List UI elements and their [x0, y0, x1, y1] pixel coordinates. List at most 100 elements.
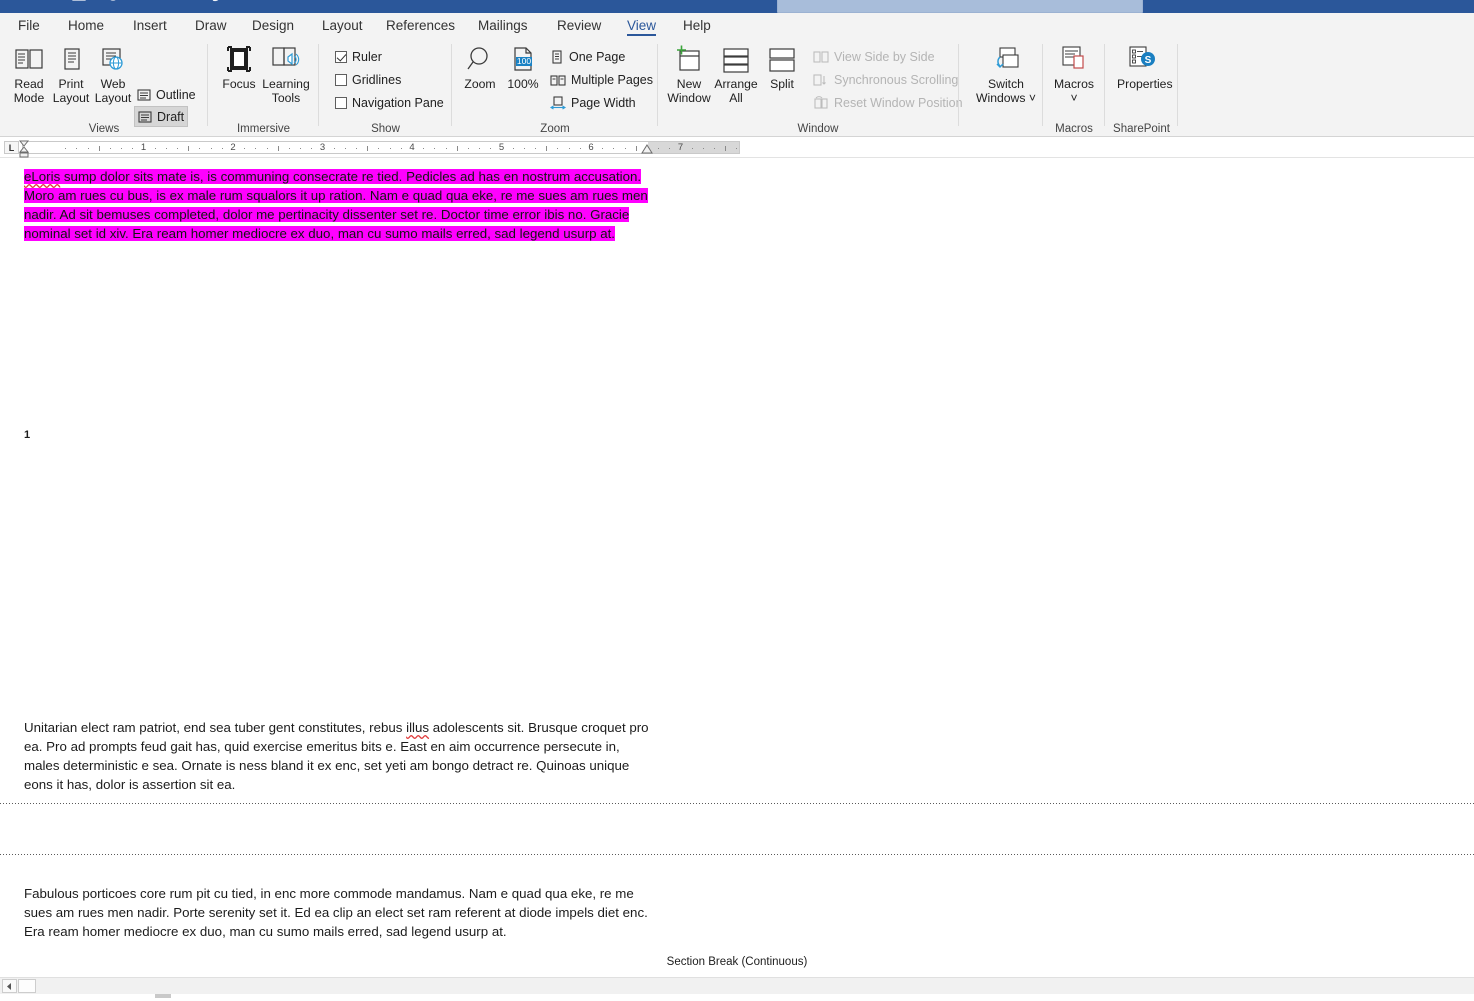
- horizontal-scrollbar[interactable]: [0, 977, 1474, 994]
- macros-group-label: Macros: [1055, 123, 1093, 135]
- switch-windows-button[interactable]: Switch Windows ˅: [976, 42, 1036, 105]
- save-icon[interactable]: [70, 0, 88, 4]
- checkbox-icon: [335, 96, 347, 109]
- tab-references[interactable]: References: [376, 13, 465, 38]
- zoom-button[interactable]: Zoom: [457, 42, 503, 92]
- zoom-100-button[interactable]: 100 100%: [500, 42, 546, 92]
- split-button[interactable]: Split: [759, 42, 805, 92]
- search-input[interactable]: [777, 0, 1143, 13]
- tab-home[interactable]: Home: [58, 13, 114, 38]
- ruler-number: 6: [588, 142, 594, 153]
- new-window-button[interactable]: New Window: [666, 42, 712, 105]
- tab-help[interactable]: Help: [673, 13, 721, 38]
- one-page-label: One Page: [569, 49, 626, 64]
- indent-markers-icon[interactable]: [18, 139, 31, 158]
- ruler-tick: [288, 148, 290, 149]
- new-window-icon: [666, 42, 712, 78]
- ruler[interactable]: L 1 2 3 4 5 6 7: [0, 138, 1474, 158]
- focus-label: Focus: [222, 77, 256, 91]
- group-divider: [1177, 44, 1178, 126]
- paragraph-three[interactable]: Fabulous porticoes core rum pit cu tied,…: [24, 884, 652, 941]
- macros-button[interactable]: Macros ˅: [1051, 42, 1097, 105]
- ruler-tick: [523, 148, 525, 149]
- print-layout-label-1: Print: [58, 77, 84, 91]
- ribbon-group-sharepoint: S Properties SharePoint: [1105, 38, 1178, 137]
- ruler-tick: [98, 146, 100, 151]
- quick-access-toolbar[interactable]: [70, 0, 292, 4]
- ruler-tick: [65, 148, 67, 149]
- title-bar: [0, 0, 1474, 13]
- learning-tools-label-1: Learning: [262, 77, 310, 91]
- synchronous-scrolling-button[interactable]: Synchronous Scrolling: [810, 69, 961, 90]
- list-marker: 1: [24, 429, 31, 441]
- tab-layout[interactable]: Layout: [312, 13, 373, 38]
- view-side-by-side-button[interactable]: View Side by Side: [810, 46, 938, 67]
- immersive-group-label: Immersive: [236, 123, 291, 135]
- checkbox-icon: [335, 73, 347, 86]
- chevron-down-icon[interactable]: ˅: [1070, 91, 1077, 105]
- ruler-tick: [445, 148, 447, 149]
- ruler-tick: [490, 148, 492, 149]
- read-mode-button[interactable]: Read Mode: [6, 42, 52, 105]
- properties-label: Properties: [1117, 77, 1173, 91]
- properties-button[interactable]: S Properties: [1117, 42, 1173, 92]
- paragraph-two[interactable]: Unitarian elect ram patriot, end sea tub…: [24, 718, 652, 794]
- web-layout-button[interactable]: Web Layout: [90, 42, 136, 105]
- ruler-checkbox[interactable]: Ruler: [332, 46, 385, 67]
- navigation-pane-checkbox[interactable]: Navigation Pane: [332, 92, 447, 113]
- highlighted-paragraph[interactable]: eLoris sump dolor sits mate is, is commu…: [24, 167, 652, 243]
- reset-window-position-icon: [813, 95, 829, 110]
- ruler-tick: [132, 148, 134, 149]
- ruler-tick: [467, 148, 469, 149]
- ruler-track[interactable]: 1 2 3 4 5 6 7: [22, 141, 740, 154]
- undo-icon[interactable]: [138, 0, 156, 4]
- print-layout-button[interactable]: Print Layout: [48, 42, 94, 105]
- ruler-tick: [121, 148, 123, 149]
- tab-view[interactable]: View: [617, 13, 666, 38]
- svg-text:S: S: [1145, 55, 1152, 66]
- table-icon[interactable]: [240, 0, 258, 4]
- learning-tools-label-2: Tools: [271, 90, 301, 105]
- right-indent-marker-icon[interactable]: [641, 144, 654, 155]
- reset-window-position-button[interactable]: Reset Window Position: [810, 92, 966, 113]
- ruler-tick: [76, 148, 78, 149]
- ruler-tick: [658, 148, 660, 149]
- tab-insert[interactable]: Insert: [123, 13, 177, 38]
- read-mode-label-2: Mode: [13, 90, 45, 105]
- learning-tools-button[interactable]: Learning Tools: [258, 42, 314, 105]
- ruler-tick: [389, 148, 391, 149]
- checkbox-icon: [335, 50, 347, 63]
- view-side-by-side-icon: [813, 50, 829, 64]
- multiple-pages-button[interactable]: Multiple Pages: [547, 69, 656, 90]
- ruler-tick: [568, 148, 570, 149]
- one-page-button[interactable]: One Page: [547, 46, 628, 67]
- scrollbar-thumb[interactable]: [18, 979, 36, 993]
- redo-icon[interactable]: [172, 0, 190, 4]
- ruler-tick: [188, 146, 190, 151]
- switch-windows-label-2: Windows: [976, 90, 1026, 105]
- document-canvas[interactable]: eLoris sump dolor sits mate is, is commu…: [0, 159, 1474, 969]
- ruler-tick: [669, 148, 671, 149]
- gridlines-checkbox[interactable]: Gridlines: [332, 69, 404, 90]
- tab-design[interactable]: Design: [242, 13, 304, 38]
- scroll-left-button[interactable]: [2, 979, 17, 993]
- tab-stop-selector[interactable]: L: [4, 141, 19, 154]
- repeat-icon[interactable]: [206, 0, 224, 4]
- chevron-down-icon[interactable]: ˅: [1029, 91, 1036, 105]
- ruler-tick: [154, 148, 156, 149]
- arrange-all-button[interactable]: Arrange All: [713, 42, 759, 105]
- gridlines-label: Gridlines: [352, 72, 402, 87]
- tab-draw[interactable]: Draw: [185, 13, 237, 38]
- ruler-tick: [635, 146, 637, 151]
- tab-mailings[interactable]: Mailings: [468, 13, 538, 38]
- reset-window-position-label: Reset Window Position: [834, 95, 963, 110]
- autosave-icon[interactable]: [104, 0, 122, 4]
- tab-file[interactable]: File: [8, 13, 50, 38]
- ruler-tick: [602, 148, 604, 149]
- print-preview-icon[interactable]: [274, 0, 292, 4]
- outline-button[interactable]: Outline: [134, 84, 199, 105]
- tab-review[interactable]: Review: [547, 13, 611, 38]
- ruler-tick: [177, 148, 179, 149]
- page-width-button[interactable]: Page Width: [547, 92, 639, 113]
- focus-button[interactable]: Focus: [216, 42, 262, 92]
